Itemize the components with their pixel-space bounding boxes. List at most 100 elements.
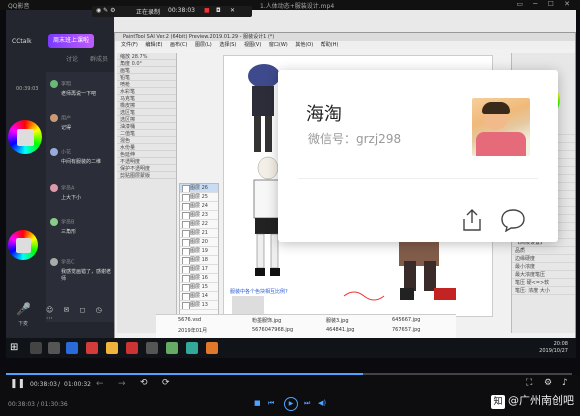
avatar [50,114,58,122]
share-icon[interactable] [461,208,483,232]
tool-row[interactable]: 水彩笔 [117,88,176,95]
recorder-label: 正在录制 [136,9,161,16]
tool-row[interactable]: 油漆桶 [117,123,176,130]
chat-toolbar-icons[interactable]: ☺ ✉ ◻ ◷ ⋯ [46,306,112,322]
tool-row[interactable]: 混色 [117,137,176,144]
layer-item[interactable]: 图层 18 [180,256,218,265]
tool-row[interactable]: 角度 0.0° [117,60,176,67]
tab-members[interactable]: 群成员 [90,54,108,63]
layer-item[interactable]: 图层 26 [180,184,218,193]
avatar [50,218,58,226]
volume-icon[interactable]: ♪ [562,378,568,388]
app-icon[interactable] [86,342,98,354]
tool-row[interactable]: 橡皮擦 [117,102,176,109]
tool-row[interactable]: 画笔 [117,67,176,74]
taskview-icon[interactable] [48,342,60,354]
tool-row[interactable]: 选区笔 [117,109,176,116]
download-item[interactable]: 粉墨服饰.jpg [252,317,281,324]
cctalk-banner: 周末班上课啦 [48,34,94,48]
menu-view[interactable]: 视图(V) [244,42,261,48]
browser-icon[interactable] [66,342,78,354]
fullscreen-icon[interactable]: ⛶ [526,378,532,388]
window-controls[interactable]: ▭ ─ ☐ ✕ [516,0,574,8]
layer-item[interactable]: 图层 21 [180,229,218,238]
tool-row[interactable]: 色延伸 [117,151,176,158]
loop-icon[interactable]: ⟳ [162,378,170,388]
layer-item[interactable]: 图层 17 [180,265,218,274]
menu-file[interactable]: 文件(F) [121,42,138,48]
menu-canvas[interactable]: 画布(C) [170,42,187,48]
previous-button[interactable]: ⏮ [268,399,274,408]
brush-setting[interactable]: 最小浓度 [512,263,575,271]
menu-other[interactable]: 其他(O) [295,42,313,48]
tool-row[interactable]: 铅笔 [117,74,176,81]
settings-gear-icon[interactable]: ⚙ [544,378,552,388]
folder-icon[interactable] [106,342,118,354]
recorder-icons[interactable]: ◉ ✎ ⚙ [96,7,115,14]
menu-edit[interactable]: 编辑(E) [145,42,162,48]
download-bar: 5676.vsd 2019年01月 粉墨服饰.jpg 5676047968.jp… [156,314,456,338]
pause-button[interactable]: ❚❚ [10,379,25,389]
stop-icon[interactable]: ■ [204,7,210,14]
download-item[interactable]: 464841.jpg [326,327,354,333]
search-icon[interactable] [30,342,42,354]
system-clock[interactable]: 20:08 2019/10/27 [539,341,568,355]
download-item[interactable]: 767657.jpg [392,327,420,333]
download-item[interactable]: 服装3.jpg [326,317,349,324]
download-item[interactable]: 2019年01月 [178,327,207,334]
download-item[interactable]: 5676.vsd [178,317,201,323]
windows-start-icon[interactable]: ⊞ [10,342,18,353]
brush-setting[interactable]: 最大浓度笔压 [512,271,575,279]
close-icon[interactable]: ✕ [230,7,235,14]
comment-icon[interactable] [500,208,526,232]
tool-row[interactable]: 马克笔 [117,95,176,102]
brush-setting[interactable]: 边缘硬度 [512,255,575,263]
camera-icon[interactable]: ◘ [216,7,221,14]
player-time-total: 01:00:32 [64,381,91,388]
brush-setting[interactable]: 笔压 硬<=>软 [512,279,575,287]
menu-help[interactable]: 帮助(H) [321,42,339,48]
app-icon[interactable] [166,342,178,354]
tool-row[interactable]: 缩放 28.7% [117,53,176,60]
app-icon[interactable] [186,342,198,354]
menu-layer[interactable]: 图层(L) [195,42,212,48]
brush-setting[interactable]: 笔压: 浓度 大小 [512,287,575,295]
tool-row[interactable]: 不透明度 [117,158,176,165]
layer-item[interactable]: 图层 16 [180,274,218,283]
forward-button[interactable]: → [118,379,126,389]
stop-button[interactable]: ■ [254,399,261,407]
layer-item[interactable]: 图层 15 [180,283,218,292]
microphone-icon[interactable]: 🎤 [16,302,31,320]
layer-item[interactable]: 图层 22 [180,220,218,229]
rewind-button[interactable]: ← [96,379,104,389]
layer-item[interactable]: 图层 14 [180,292,218,301]
tool-row[interactable]: 水份量 [117,144,176,151]
menu-window[interactable]: 窗口(W) [269,42,288,48]
player-time-summary: 00:38:03 / 01:30:36 [8,401,68,408]
app-icon[interactable] [146,342,158,354]
next-button[interactable]: ⏭ [304,399,310,408]
tool-row[interactable]: 二值笔 [117,130,176,137]
layer-item[interactable]: 图层 24 [180,202,218,211]
layer-item[interactable]: 图层 19 [180,247,218,256]
layer-item[interactable]: 图层 25 [180,193,218,202]
download-item[interactable]: 645667.jpg [392,317,420,323]
tab-discussion[interactable]: 讨论 [66,54,78,63]
tool-row[interactable]: 喷枪 [117,81,176,88]
tool-row[interactable]: 剪贴图层蒙版 [117,172,176,179]
menu-select[interactable]: 选择(S) [219,42,236,48]
play-button[interactable]: ▶ [284,397,298,411]
layer-item[interactable]: 图层 20 [180,238,218,247]
replay-icon[interactable]: ⟲ [140,378,148,388]
tool-row[interactable]: 保护不透明度 [117,165,176,172]
layer-item[interactable]: 图层 23 [180,211,218,220]
video-frame[interactable]: CCtalk 周末班上课啦 讨论 群成员 00:39:03 李明 老师再说一下吧 … [6,10,576,358]
tool-row[interactable]: 选区擦 [117,116,176,123]
list-item: 用户 记得 [50,114,114,131]
speaker-icon[interactable]: ◀) [318,399,326,407]
app-icon[interactable] [206,342,218,354]
download-item[interactable]: 5676047968.jpg [252,327,293,333]
brush-setting[interactable]: 品质 [512,247,575,255]
layer-item[interactable]: 图层 13 [180,301,218,310]
app-icon[interactable] [126,342,138,354]
